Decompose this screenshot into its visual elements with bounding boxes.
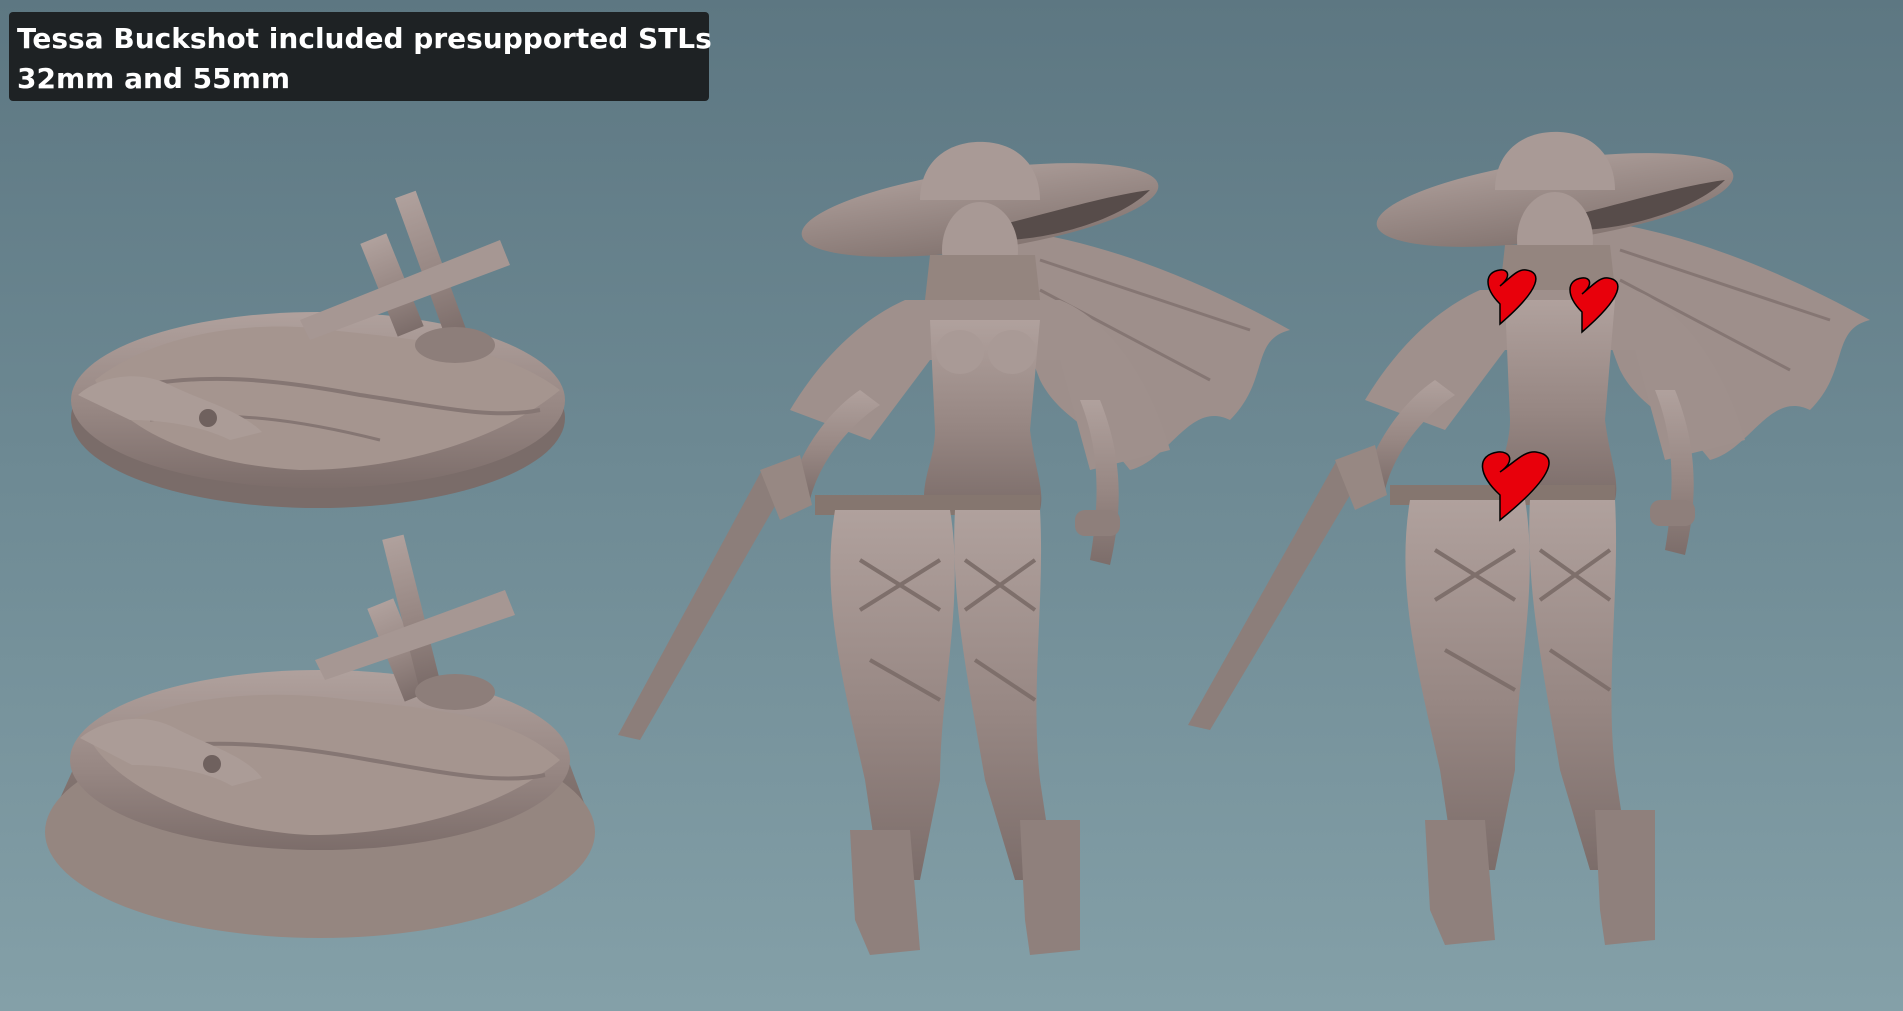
base-32mm-render [71,190,565,508]
caption-box: Tessa Buckshot included presupported STL… [9,12,712,101]
figure-censored-render [1188,131,1870,945]
caption-title: Tessa Buckshot included presupported STL… [17,22,712,55]
base-55mm-render [45,534,595,938]
render-scene [45,131,1870,955]
figure-clothed-render [618,141,1290,955]
caption-subtitle: 32mm and 55mm [17,62,290,95]
